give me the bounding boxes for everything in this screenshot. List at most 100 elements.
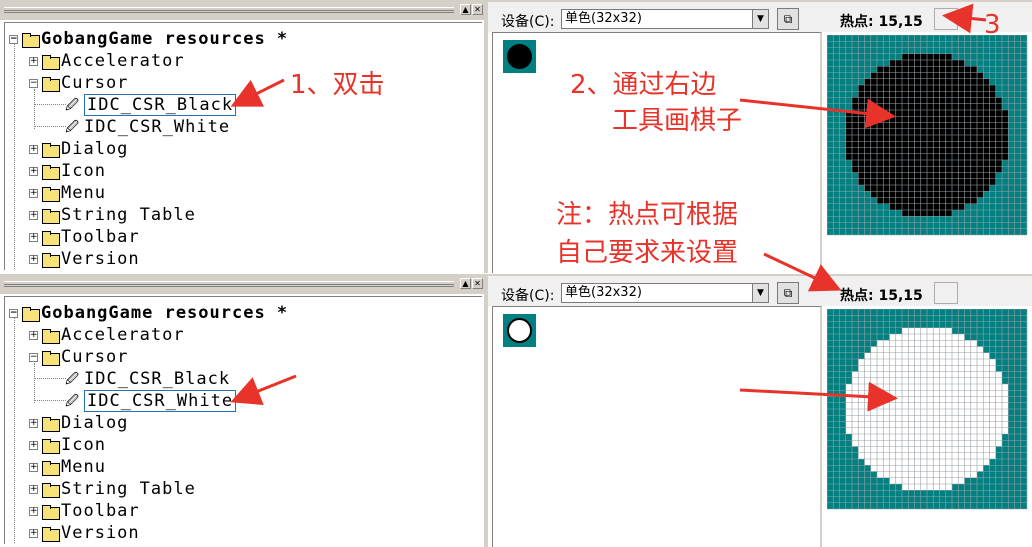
expand-icon[interactable]: + [29, 528, 38, 538]
resource-tree[interactable]: − GobangGame resources * + Accelerator −… [4, 22, 482, 270]
tree-item-string-table[interactable]: + String Table [29, 204, 196, 226]
stone-pixel [920, 153, 927, 160]
tree-item-version[interactable]: + Version [29, 248, 140, 270]
tree-item-accelerator[interactable]: + Accelerator [29, 324, 185, 346]
stone-pixel [883, 415, 890, 422]
expand-icon[interactable]: + [29, 232, 38, 242]
collapse-up-icon[interactable]: ▲ [460, 278, 471, 289]
expand-icon[interactable]: + [29, 484, 38, 494]
stone-pixel [920, 197, 927, 204]
tree-item-cursor[interactable]: − Cursor [29, 346, 128, 368]
stone-pixel [939, 203, 946, 210]
tree-item-menu[interactable]: + Menu [29, 182, 106, 204]
dropdown-arrow-icon[interactable]: ▼ [752, 10, 768, 28]
stone-pixel [877, 409, 884, 416]
expand-icon[interactable]: + [29, 462, 38, 472]
resource-tree[interactable]: − GobangGame resources * + Accelerator −… [4, 296, 482, 544]
stone-pixel [977, 191, 984, 198]
tree-item-icon[interactable]: + Icon [29, 160, 106, 182]
dropdown-arrow-icon[interactable]: ▼ [752, 284, 768, 302]
stone-pixel [964, 72, 971, 79]
tree-item-idc-csr-white[interactable]: 🖉 IDC_CSR_White [65, 390, 237, 412]
stone-pixel [870, 409, 877, 416]
stone-pixel [889, 172, 896, 179]
collapse-icon[interactable]: − [9, 308, 18, 318]
expand-icon[interactable]: + [29, 418, 38, 428]
tree-item-toolbar[interactable]: + Toolbar [29, 226, 140, 248]
stone-pixel [920, 477, 927, 484]
tree-item-dialog[interactable]: + Dialog [29, 412, 128, 434]
close-icon[interactable]: ✕ [472, 278, 483, 289]
stone-pixel [914, 477, 921, 484]
expand-icon[interactable]: + [29, 144, 38, 154]
tree-item-idc-csr-black[interactable]: 🖉 IDC_CSR_Black [65, 368, 230, 390]
tree-item-version[interactable]: + Version [29, 522, 140, 544]
stone-pixel [933, 334, 940, 341]
new-device-image-button[interactable]: ⧉ [777, 282, 799, 304]
tree-item-string-table[interactable]: + String Table [29, 478, 196, 500]
stone-pixel [964, 172, 971, 179]
stone-pixel [877, 197, 884, 204]
device-select[interactable]: 单色(32x32) ▼ [561, 283, 769, 303]
hotspot-label: 热点: 15,15 [840, 288, 923, 304]
pixel-grid[interactable] [827, 309, 1028, 510]
stone-pixel [870, 402, 877, 409]
collapse-icon[interactable]: − [29, 352, 38, 362]
stone-pixel [983, 147, 990, 154]
pixel-grid[interactable] [827, 35, 1028, 236]
collapse-up-icon[interactable]: ▲ [460, 4, 471, 15]
tree-item-toolbar[interactable]: + Toolbar [29, 500, 140, 522]
stone-pixel [958, 390, 965, 397]
stone-pixel [933, 459, 940, 466]
stone-pixel [852, 160, 859, 167]
tree-item-idc-csr-black[interactable]: 🖉 IDC_CSR_Black [65, 94, 237, 116]
cursor-preview-area [492, 306, 822, 547]
header-grip[interactable] [4, 281, 454, 287]
set-hotspot-button[interactable] [934, 282, 958, 304]
stone-pixel [889, 66, 896, 73]
new-device-image-button[interactable]: ⧉ [777, 8, 799, 30]
stone-pixel [939, 452, 946, 459]
tree-item-dialog[interactable]: + Dialog [29, 138, 128, 160]
expand-icon[interactable]: + [29, 440, 38, 450]
stone-pixel [952, 72, 959, 79]
tree-item-idc-csr-white[interactable]: 🖉 IDC_CSR_White [65, 116, 230, 138]
expand-icon[interactable]: + [29, 506, 38, 516]
expand-icon[interactable]: + [29, 56, 38, 66]
expand-icon[interactable]: + [29, 166, 38, 176]
pixel-grid-canvas[interactable] [827, 35, 1028, 236]
stone-pixel [939, 446, 946, 453]
stone-pixel [977, 365, 984, 372]
stone-pixel [858, 452, 865, 459]
stone-pixel [864, 91, 871, 98]
stone-pixel [970, 197, 977, 204]
stone-pixel [908, 191, 915, 198]
tree-item-cursor[interactable]: − Cursor [29, 72, 128, 94]
pixel-grid-canvas[interactable] [827, 309, 1028, 510]
stone-pixel [927, 191, 934, 198]
set-hotspot-button[interactable] [934, 8, 958, 30]
tree-item-icon[interactable]: + Icon [29, 434, 106, 456]
tree-root[interactable]: − GobangGame resources * [9, 302, 288, 324]
tree-root[interactable]: − GobangGame resources * [9, 28, 288, 50]
stone-pixel [970, 110, 977, 117]
tree-item-accelerator[interactable]: + Accelerator [29, 50, 185, 72]
expand-icon[interactable]: + [29, 254, 38, 264]
device-select[interactable]: 单色(32x32) ▼ [561, 9, 769, 29]
stone-pixel [964, 166, 971, 173]
pixel-editor[interactable] [824, 32, 1032, 273]
stone-pixel [939, 178, 946, 185]
stone-pixel [889, 60, 896, 67]
stone-pixel [983, 91, 990, 98]
expand-icon[interactable]: + [29, 188, 38, 198]
tree-item-menu[interactable]: + Menu [29, 456, 106, 478]
header-grip[interactable] [4, 7, 454, 13]
tree-item-label: Menu [61, 457, 106, 477]
folder-icon [42, 208, 60, 224]
collapse-icon[interactable]: − [29, 78, 38, 88]
collapse-icon[interactable]: − [9, 34, 18, 44]
expand-icon[interactable]: + [29, 210, 38, 220]
close-icon[interactable]: ✕ [472, 4, 483, 15]
expand-icon[interactable]: + [29, 330, 38, 340]
pixel-editor[interactable] [824, 306, 1032, 547]
